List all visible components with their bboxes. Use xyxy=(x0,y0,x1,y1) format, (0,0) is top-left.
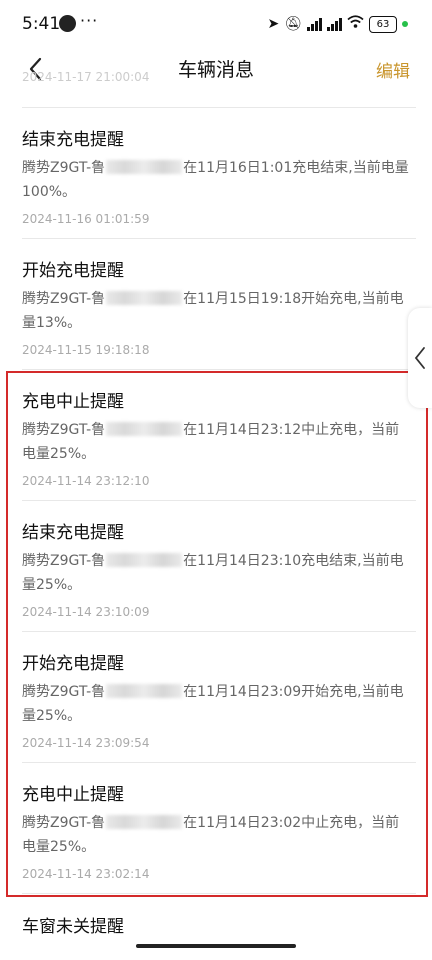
divider xyxy=(22,107,416,108)
edit-button[interactable]: 编辑 xyxy=(376,57,410,82)
message-time: 2024-11-16 01:01:59 xyxy=(22,212,150,226)
mute-icon: 🔕︎ xyxy=(284,15,302,32)
side-panel-handle[interactable] xyxy=(408,308,432,408)
list-item-time: 2024-11-17 21:00:04 xyxy=(22,70,150,84)
divider xyxy=(22,238,416,239)
redacted-plate xyxy=(106,160,183,174)
status-bar: 5:41 ··· ➤ 🔕︎ 63 xyxy=(0,0,432,46)
wifi-icon xyxy=(347,15,364,33)
message-title: 开始充电提醒 xyxy=(22,261,124,281)
divider xyxy=(22,369,416,370)
more-notifications-icon: ··· xyxy=(80,11,99,30)
message-title: 结束充电提醒 xyxy=(22,130,124,150)
message-time: 2024-11-15 19:18:18 xyxy=(22,343,150,357)
chevron-left-icon xyxy=(414,347,425,369)
signal-icon xyxy=(307,17,322,31)
home-indicator[interactable] xyxy=(136,944,296,948)
highlight-box xyxy=(6,371,428,897)
location-icon: ➤ xyxy=(267,15,280,32)
redacted-plate xyxy=(106,291,183,305)
status-time: 5:41 xyxy=(22,14,61,34)
privacy-indicator-icon xyxy=(402,21,408,27)
app-notification-icon xyxy=(59,15,76,32)
message-title: 车窗未关提醒 xyxy=(22,917,124,937)
message-body: 腾势Z9GT-鲁 在11月16日1:01充电结束,当前电量100%。 xyxy=(22,160,409,200)
battery-icon: 63 xyxy=(369,15,397,33)
signal-icon-2 xyxy=(327,17,342,31)
message-body: 腾势Z9GT-鲁 在11月15日19:18开始充电,当前电量13%。 xyxy=(22,291,404,331)
